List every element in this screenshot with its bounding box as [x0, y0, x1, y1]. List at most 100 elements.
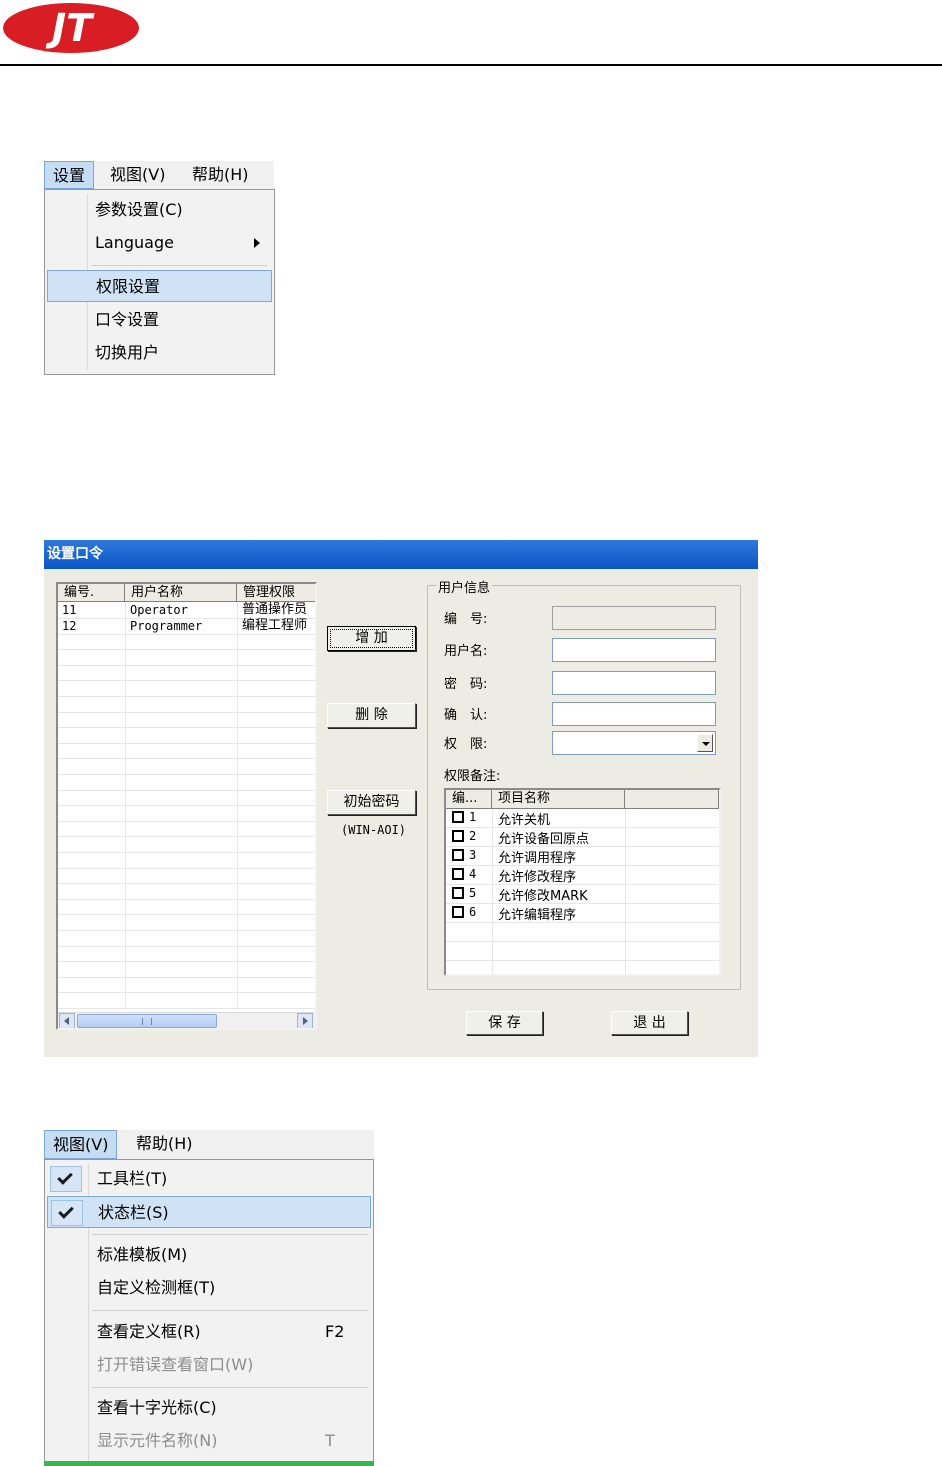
- menu-item-standard-template[interactable]: 标准模板(M): [47, 1239, 371, 1271]
- menu-item-toolbar[interactable]: 工具栏(T): [47, 1163, 371, 1195]
- password-field[interactable]: [552, 671, 716, 695]
- save-button[interactable]: 保 存: [466, 1011, 543, 1035]
- confirm-field[interactable]: [552, 702, 716, 726]
- perm-checkbox[interactable]: [452, 887, 464, 899]
- checkmark-icon: [57, 1169, 73, 1185]
- menu-item-language[interactable]: Language: [47, 227, 272, 259]
- grid-line: [58, 914, 315, 915]
- grid-line: [58, 727, 315, 728]
- column-header-username[interactable]: 用户名称: [125, 584, 237, 602]
- grid-line: [58, 930, 315, 931]
- exit-button[interactable]: 退 出: [611, 1011, 688, 1035]
- scroll-right-button[interactable]: [297, 1013, 313, 1028]
- reset-password-button[interactable]: 初始密码: [327, 790, 416, 815]
- menu2-bar: 视图(V) 帮助(H): [44, 1130, 374, 1159]
- dropdown-button[interactable]: [697, 734, 713, 752]
- perm-checkbox[interactable]: [452, 811, 464, 823]
- perm-name: 允许编辑程序: [498, 908, 577, 923]
- menu-item-parameters[interactable]: 参数设置(C): [47, 194, 272, 226]
- column-header-extra[interactable]: [625, 790, 719, 809]
- permission-list[interactable]: 编... 项目名称 1 允许关机 2 允许设备回原点 3 允许调用程序 4 允许…: [444, 788, 721, 976]
- dialog-title: 设置口令: [44, 540, 758, 569]
- perm-checkbox[interactable]: [452, 849, 464, 861]
- menu-item-view-definition-box[interactable]: 查看定义框(R) F2: [47, 1316, 371, 1348]
- grid-line: [58, 774, 315, 775]
- grid-line: [58, 1008, 315, 1009]
- user-row-role[interactable]: 普通操作员: [242, 602, 307, 617]
- grid-line: [58, 883, 315, 884]
- menu-item-label: 权限设置: [96, 277, 161, 296]
- menu-item-permissions[interactable]: 权限设置: [47, 270, 272, 302]
- checkmark-icon: [58, 1203, 74, 1219]
- perm-checkbox[interactable]: [452, 906, 464, 918]
- grid-line: [446, 922, 719, 923]
- add-button[interactable]: 增 加: [327, 626, 416, 651]
- column-header-item-name[interactable]: 项目名称: [492, 790, 625, 809]
- menu-item-custom-inspection-box[interactable]: 自定义检测框(T): [47, 1272, 371, 1304]
- settings-dropdown: 参数设置(C) Language 权限设置 口令设置 切换用户: [44, 189, 275, 375]
- perm-name: 允许修改MARK: [498, 889, 588, 904]
- menu-item-label: 切换用户: [95, 343, 160, 362]
- grid-line: [446, 865, 719, 866]
- check-gutter: [50, 1166, 82, 1192]
- perm-num: 1: [469, 810, 477, 824]
- scroll-thumb[interactable]: [77, 1014, 217, 1028]
- perm-checkbox[interactable]: [452, 830, 464, 842]
- grid-line: [58, 665, 315, 666]
- perm-num: 3: [469, 848, 477, 862]
- perm-name: 允许关机: [498, 813, 551, 828]
- grid-line: [625, 809, 626, 974]
- menu-view[interactable]: 视图(V): [102, 161, 173, 189]
- perm-checkbox[interactable]: [452, 868, 464, 880]
- grid-line: [58, 696, 315, 697]
- user-list[interactable]: 编号. 用户名称 管理权限 11 Operator 普通操作员 12 Progr…: [56, 582, 317, 1030]
- menu-settings[interactable]: 设置: [44, 161, 95, 189]
- menu-item-label: 标准模板(M): [97, 1245, 188, 1264]
- menu-item-label: 参数设置(C): [95, 200, 183, 219]
- grid-line: [58, 649, 315, 650]
- column-header-role[interactable]: 管理权限: [237, 584, 315, 602]
- scroll-left-button[interactable]: [59, 1013, 75, 1028]
- horizontal-scrollbar[interactable]: [58, 1012, 315, 1028]
- user-row-role[interactable]: 编程工程师: [242, 618, 307, 633]
- id-label: 编 号:: [444, 612, 488, 627]
- id-field: [552, 606, 716, 630]
- user-info-title: 用户信息: [436, 577, 493, 596]
- grid-line: [446, 941, 719, 942]
- menu-item-label: 口令设置: [95, 310, 160, 329]
- user-row-name[interactable]: Operator: [130, 603, 188, 618]
- grid-line: [58, 743, 315, 744]
- user-row-name[interactable]: Programmer: [130, 619, 202, 634]
- menu-separator: [92, 1387, 368, 1388]
- menu-help[interactable]: 帮助(H): [128, 1130, 201, 1159]
- user-row-id[interactable]: 12: [62, 619, 76, 634]
- menu-item-crosshair[interactable]: 查看十字光标(C): [47, 1392, 371, 1424]
- password-dialog: 设置口令 编号. 用户名称 管理权限 11 Operator 普通操作员 12 …: [44, 540, 758, 1057]
- grip-icon: [142, 1018, 152, 1025]
- menu-item-switch-user[interactable]: 切换用户: [47, 337, 272, 369]
- grid-line: [58, 712, 315, 713]
- reset-note: (WIN-AOI): [341, 823, 407, 837]
- menu-item-label: 查看定义框(R): [97, 1322, 201, 1341]
- header-divider: [0, 64, 942, 66]
- grid-line: [58, 899, 315, 900]
- grid-line: [58, 634, 315, 635]
- column-header-id[interactable]: 编号.: [58, 584, 125, 602]
- menu-item-password[interactable]: 口令设置: [47, 304, 272, 336]
- delete-button[interactable]: 删 除: [327, 703, 416, 728]
- menu-view[interactable]: 视图(V): [44, 1130, 118, 1159]
- menu-separator: [92, 1234, 368, 1235]
- menu-help[interactable]: 帮助(H): [184, 161, 257, 189]
- menu-item-component-names: 显示元件名称(N) T: [47, 1425, 371, 1457]
- menu-item-label: 查看十字光标(C): [97, 1398, 217, 1417]
- menu-item-shortcut: F2: [325, 1322, 345, 1341]
- user-row-id[interactable]: 11: [62, 603, 76, 618]
- menu-item-label: 状态栏(S): [98, 1203, 169, 1222]
- username-field[interactable]: [552, 638, 716, 662]
- menu-item-shortcut: T: [325, 1431, 335, 1450]
- menu-item-statusbar[interactable]: 状态栏(S): [47, 1196, 371, 1228]
- column-header-num[interactable]: 编...: [446, 790, 492, 809]
- grid-line: [58, 790, 315, 791]
- permission-combo[interactable]: [552, 731, 716, 755]
- menu-item-error-window: 打开错误查看窗口(W): [47, 1349, 371, 1381]
